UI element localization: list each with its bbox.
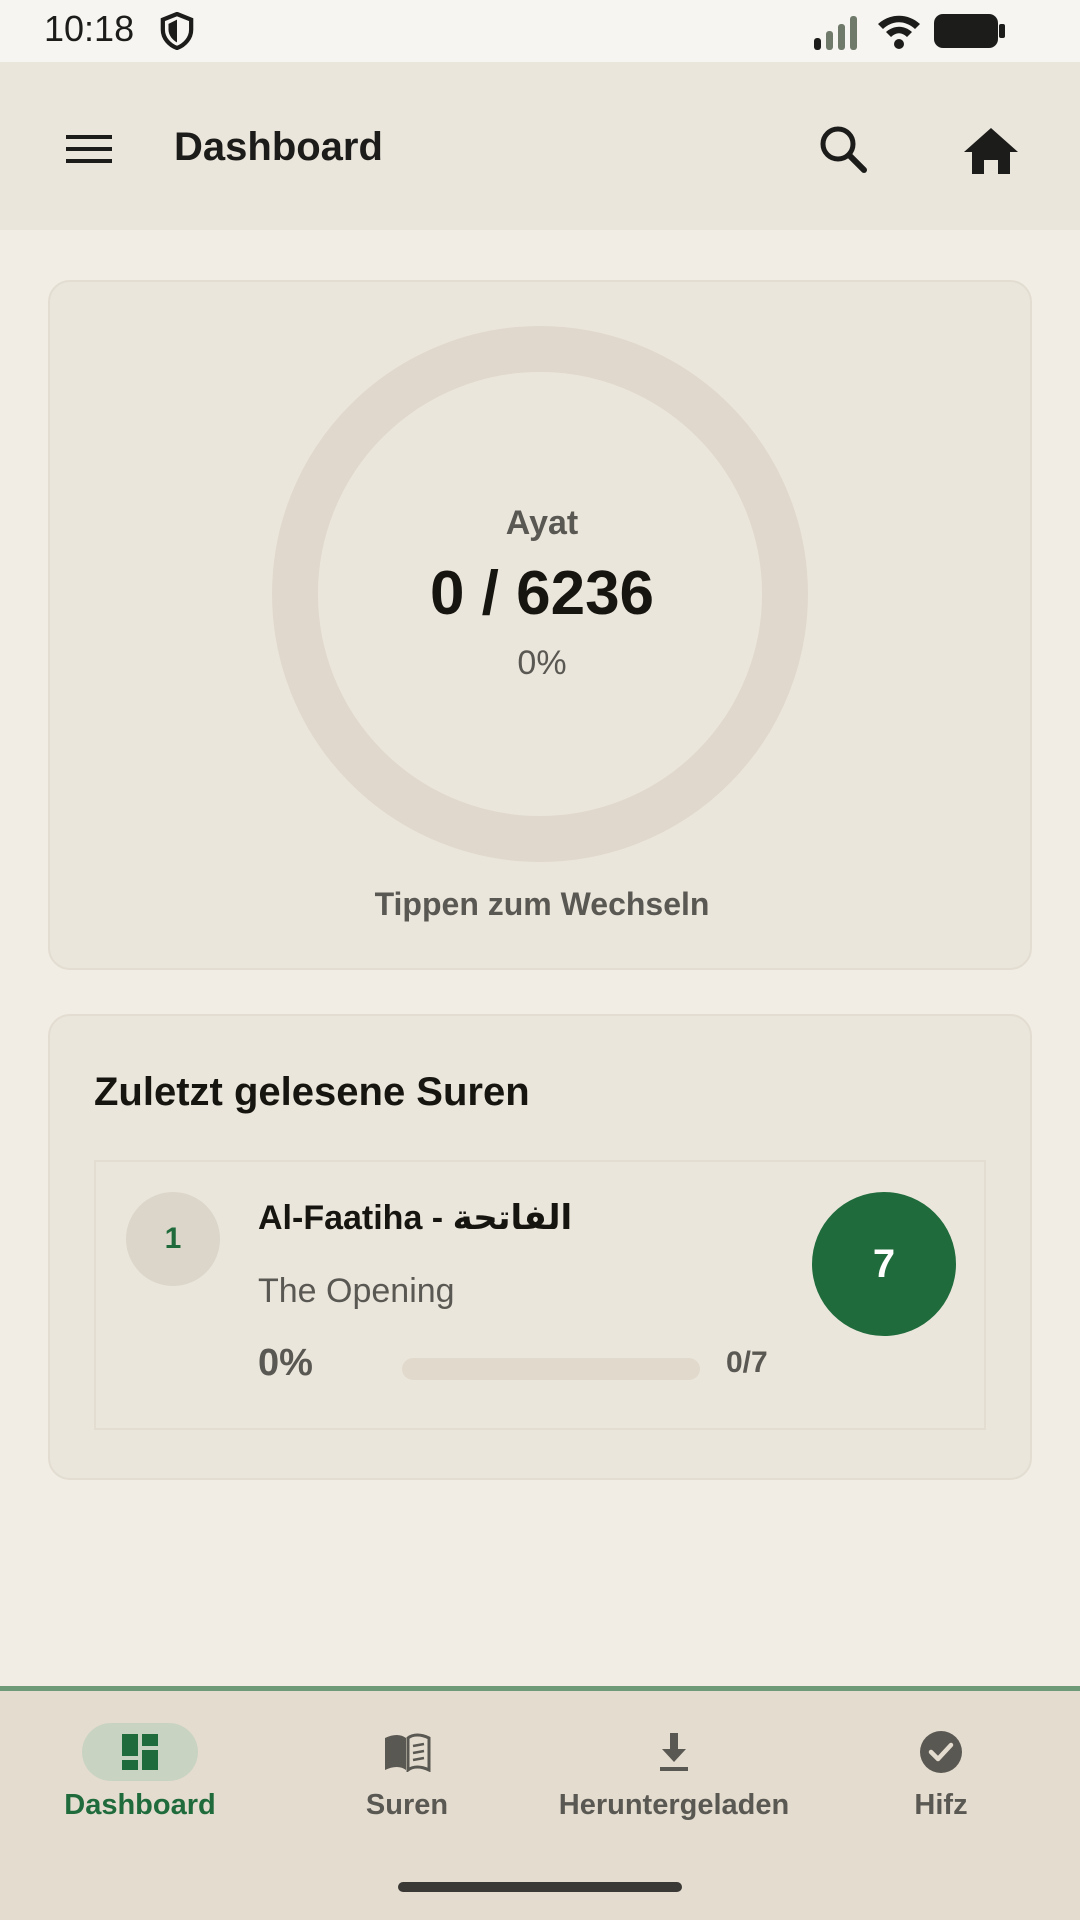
surah-number-badge: 1 [126, 1192, 220, 1286]
menu-icon[interactable] [52, 122, 124, 174]
section-title: Zuletzt gelesene Suren [94, 1070, 530, 1114]
nav-indicator [349, 1723, 465, 1781]
progress-count: 0 / 6236 [429, 559, 655, 628]
status-bar: 10:18 [0, 0, 1080, 62]
nav-label-downloaded: Heruntergeladen [558, 1789, 790, 1821]
recent-surahs-card: Zuletzt gelesene Suren 1 Al-Faatiha - ال… [48, 1014, 1032, 1480]
verse-count-badge[interactable]: 7 [812, 1192, 956, 1336]
nav-indicator [82, 1723, 198, 1781]
nav-label-suren: Suren [365, 1789, 449, 1821]
home-icon[interactable] [956, 118, 1026, 182]
surah-progress-bar [402, 1358, 700, 1380]
nav-item-suren[interactable]: Suren [272, 1691, 542, 1831]
surah-progress-fraction: 0/7 [726, 1346, 768, 1379]
surah-name: Al-Faatiha - الفاتحة [258, 1199, 573, 1237]
status-time: 10:18 [44, 8, 135, 49]
surah-progress-percent: 0% [258, 1342, 313, 1384]
nav-item-hifz[interactable]: Hifz [806, 1691, 1076, 1831]
battery-icon [934, 14, 1005, 48]
search-icon[interactable] [812, 118, 876, 182]
check-circle-icon [920, 1731, 962, 1773]
progress-percent: 0% [517, 644, 567, 682]
book-icon [385, 1733, 431, 1772]
download-icon [660, 1733, 688, 1771]
app-bar: Dashboard [0, 62, 1080, 230]
tap-to-switch-hint: Tippen zum Wechseln [374, 886, 710, 922]
progress-label: Ayat [505, 504, 579, 542]
signal-icon [814, 16, 857, 50]
gesture-handle[interactable] [398, 1882, 682, 1892]
nav-item-dashboard[interactable]: Dashboard [5, 1691, 275, 1831]
page-title: Dashboard [174, 125, 383, 169]
nav-indicator [883, 1723, 999, 1781]
nav-label-hifz: Hifz [914, 1789, 968, 1821]
surah-translation: The Opening [258, 1272, 455, 1310]
nav-indicator [616, 1723, 732, 1781]
dashboard-icon [122, 1734, 158, 1770]
ayat-progress-card[interactable]: Ayat 0 / 6236 0% Tippen zum Wechseln [48, 280, 1032, 970]
shield-icon [160, 12, 194, 50]
wifi-icon [878, 15, 920, 49]
nav-item-downloaded[interactable]: Heruntergeladen [539, 1691, 809, 1831]
surah-list-item[interactable]: 1 Al-Faatiha - الفاتحة The Opening 0% 0/… [94, 1160, 986, 1430]
nav-label-dashboard: Dashboard [64, 1789, 216, 1821]
